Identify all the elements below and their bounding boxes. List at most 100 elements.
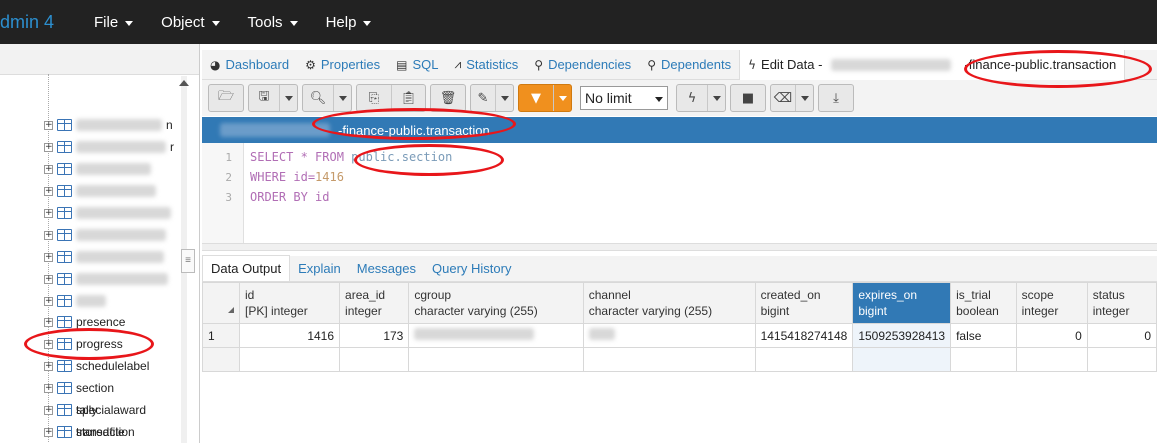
cell-status[interactable]: 0 [1086,323,1157,348]
tab-query-history[interactable]: Query History [424,255,519,281]
cell-empty[interactable] [1015,347,1088,372]
tree-item-blurred[interactable]: + [44,291,106,311]
tab-dashboard[interactable]: ◕ Dashboard [202,50,297,80]
find-dropdown-icon[interactable] [333,85,351,111]
tree-item-progress[interactable]: + progress [44,334,123,354]
cell-empty[interactable] [852,347,952,372]
tree-item-transaction[interactable]: + transaction [44,422,135,442]
expand-icon[interactable]: + [44,230,53,240]
tab-data-output[interactable]: Data Output [202,255,291,281]
menu-object[interactable]: Object [147,0,233,44]
eraser-icon[interactable]: ⌫ [771,85,795,111]
clear-dropdown-icon[interactable] [795,85,813,111]
cell-empty[interactable] [339,347,410,372]
copy-icon[interactable]: ⎘ [357,85,391,111]
cell-empty[interactable] [950,347,1017,372]
cell-cgroup[interactable] [408,323,584,348]
menu-tools[interactable]: Tools [234,0,312,44]
open-folder-icon[interactable]: 🗁 [209,85,243,111]
scroll-up-icon[interactable] [179,80,189,86]
column-header-is-trial[interactable]: is_trial boolean [950,282,1017,324]
expand-icon[interactable]: + [44,274,53,284]
tab-sql[interactable]: ▤ SQL [388,50,446,80]
edit-dropdown-icon[interactable] [495,85,513,111]
cell-created-on[interactable]: 1415418274148 [754,323,854,348]
tree-item-section[interactable]: + section [44,378,114,398]
expand-icon[interactable]: + [44,427,53,437]
edit-icon[interactable]: ✎ [471,85,495,111]
cell-empty[interactable] [1086,347,1157,372]
column-header-channel[interactable]: channel character varying (255) [582,282,756,324]
cell-empty[interactable] [754,347,854,372]
download-icon[interactable]: ⤓ [819,85,853,111]
expand-icon[interactable]: + [44,383,53,393]
column-header-status[interactable]: status integer [1086,282,1157,324]
paste-icon[interactable]: 📋︎ [391,85,425,111]
cell-empty[interactable] [582,347,756,372]
expand-icon[interactable]: + [44,405,53,415]
tab-edit-data[interactable]: ϟ Edit Data - -finance-public.transaction [739,49,1126,80]
tree-item-blurred[interactable]: + r [44,137,174,157]
column-header-area-id[interactable]: area_id integer [339,282,410,324]
expand-icon[interactable]: + [44,186,53,196]
sql-editor[interactable]: 1 SELECT * FROM public.section 2 WHERE i… [202,143,1157,243]
cell-empty[interactable] [408,347,584,372]
tree-item-blurred[interactable]: + n [44,115,173,135]
tree-item-blurred[interactable]: + [44,181,156,201]
menu-file[interactable]: File [80,0,147,44]
expand-icon[interactable]: + [44,208,53,218]
tree-item-schedulelabel[interactable]: + schedulelabel [44,356,149,376]
tab-properties[interactable]: ⚙ Properties [297,50,388,80]
row-number[interactable] [202,347,240,372]
filter-icon[interactable]: ▼ [519,85,553,111]
editor-line-3[interactable]: 3 ORDER BY id [202,187,329,207]
stop-icon[interactable]: ■ [731,85,765,111]
expand-icon[interactable]: + [44,361,53,371]
cell-area-id[interactable]: 173 [339,323,410,348]
expand-icon[interactable]: + [44,142,53,152]
tab-dependencies[interactable]: ⚲ Dependencies [526,50,639,80]
tree-item-presence[interactable]: + presence [44,312,125,332]
row-number[interactable]: 1 [202,323,240,348]
tab-explain[interactable]: Explain [290,255,349,281]
execute-lightning-icon[interactable]: ϟ [677,85,707,111]
tree-item-tally[interactable]: + tally [44,400,97,420]
column-header-id[interactable]: id [PK] integer [238,282,341,324]
save-dropdown-icon[interactable] [279,85,297,111]
expand-icon[interactable]: + [44,317,53,327]
cell-is-trial[interactable]: false [950,323,1017,348]
splitter-grip-icon[interactable]: ≡ [181,249,195,273]
expand-icon[interactable]: + [44,296,53,306]
expand-icon[interactable]: + [44,164,53,174]
tree-item-blurred[interactable]: + [44,159,151,179]
expand-icon[interactable]: + [44,339,53,349]
cell-id[interactable]: 1416 [238,323,341,348]
menu-help[interactable]: Help [312,0,386,44]
editor-line-1[interactable]: 1 SELECT * FROM public.section [202,147,452,167]
editor-line-2[interactable]: 2 WHERE id=1416 [202,167,344,187]
tab-messages[interactable]: Messages [349,255,424,281]
column-header-cgroup[interactable]: cgroup character varying (255) [408,282,584,324]
expand-icon[interactable]: + [44,252,53,262]
tab-dependents[interactable]: ⚲ Dependents [639,50,739,80]
trash-icon[interactable]: 🗑︎ [431,85,465,111]
expand-icon[interactable]: + [44,120,53,130]
tree-item-blurred[interactable]: + [44,203,171,223]
search-icon[interactable]: 🔍︎ [303,85,333,111]
cell-scope[interactable]: 0 [1015,323,1088,348]
row-limit-select[interactable]: No limit [580,86,668,110]
tab-statistics[interactable]: ⩘ Statistics [446,50,526,80]
cell-expires-on[interactable]: 1509253928413 [852,323,952,348]
column-header-expires-on[interactable]: expires_on bigint [852,282,952,324]
corner-header[interactable] [202,282,240,324]
column-header-created-on[interactable]: created_on bigint [754,282,854,324]
tree-item-blurred[interactable]: + [44,225,166,245]
save-icon[interactable]: 🖫 [249,85,279,111]
tree-item-blurred[interactable]: + [44,269,168,289]
column-header-scope[interactable]: scope integer [1015,282,1088,324]
execute-dropdown-icon[interactable] [707,85,725,111]
cell-empty[interactable] [238,347,341,372]
tree-item-blurred[interactable]: + [44,247,164,267]
filter-dropdown-icon[interactable] [553,85,571,111]
cell-channel[interactable] [582,323,756,348]
